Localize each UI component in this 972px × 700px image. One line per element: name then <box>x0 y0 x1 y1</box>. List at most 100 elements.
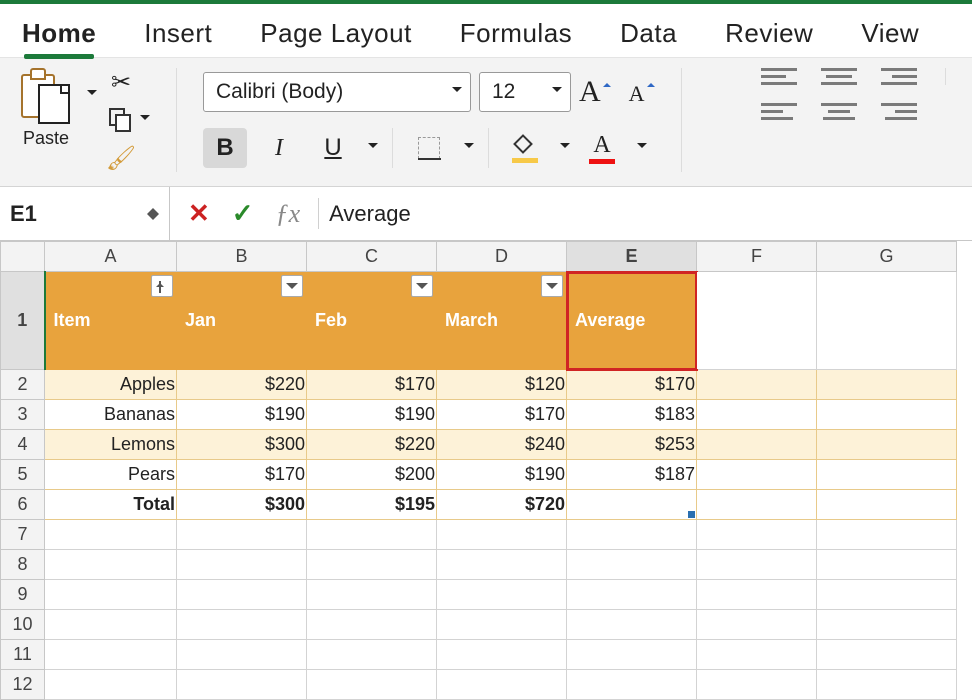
cell-B3[interactable]: $190 <box>177 400 307 430</box>
cell-C1[interactable]: Feb <box>307 272 437 370</box>
col-header-B[interactable]: B <box>177 242 307 272</box>
cell-A6[interactable]: Total <box>45 490 177 520</box>
col-header-E[interactable]: E <box>567 242 697 272</box>
cell-C7[interactable] <box>307 520 437 550</box>
cell-G7[interactable] <box>817 520 957 550</box>
cell-B10[interactable] <box>177 610 307 640</box>
align-right-button[interactable] <box>881 103 917 120</box>
name-box-spinner[interactable] <box>147 202 159 226</box>
cell-D5[interactable]: $190 <box>437 460 567 490</box>
cell-C6[interactable]: $195 <box>307 490 437 520</box>
cell-F1[interactable] <box>697 272 817 370</box>
cell-G2[interactable] <box>817 370 957 400</box>
row-header-8[interactable]: 8 <box>1 550 45 580</box>
row-header-11[interactable]: 11 <box>1 640 45 670</box>
cell-G1[interactable] <box>817 272 957 370</box>
tab-view[interactable]: View <box>861 18 919 57</box>
cell-B1[interactable]: Jan <box>177 272 307 370</box>
paste-dropdown[interactable] <box>87 90 97 100</box>
align-middle-button[interactable] <box>821 68 857 85</box>
formula-input[interactable]: Average <box>319 201 411 227</box>
row-header-3[interactable]: 3 <box>1 400 45 430</box>
cell-E12[interactable] <box>567 670 697 700</box>
cell-A8[interactable] <box>45 550 177 580</box>
align-bottom-button[interactable] <box>881 68 917 85</box>
cell-E1[interactable]: Average <box>567 272 697 370</box>
cell-A11[interactable] <box>45 640 177 670</box>
cell-A5[interactable]: Pears <box>45 460 177 490</box>
cell-D7[interactable] <box>437 520 567 550</box>
cell-G12[interactable] <box>817 670 957 700</box>
cell-D12[interactable] <box>437 670 567 700</box>
filter-button[interactable] <box>411 275 433 297</box>
format-painter-button[interactable]: 🖌 <box>107 144 135 172</box>
cell-F12[interactable] <box>697 670 817 700</box>
cell-F3[interactable] <box>697 400 817 430</box>
cell-D2[interactable]: $120 <box>437 370 567 400</box>
sheet-grid[interactable]: A B C D E F G 1 Item Jan Feb March Avera… <box>0 241 972 700</box>
increase-font-button[interactable]: A <box>579 75 611 109</box>
cell-D10[interactable] <box>437 610 567 640</box>
font-color-dropdown[interactable] <box>637 143 647 153</box>
cell-B2[interactable]: $220 <box>177 370 307 400</box>
cell-F11[interactable] <box>697 640 817 670</box>
cell-A1[interactable]: Item <box>45 272 177 370</box>
col-header-G[interactable]: G <box>817 242 957 272</box>
cell-C10[interactable] <box>307 610 437 640</box>
cell-D11[interactable] <box>437 640 567 670</box>
name-box[interactable]: E1 <box>0 187 170 240</box>
cell-B7[interactable] <box>177 520 307 550</box>
cell-A2[interactable]: Apples <box>45 370 177 400</box>
row-header-10[interactable]: 10 <box>1 610 45 640</box>
cell-F6[interactable] <box>697 490 817 520</box>
cell-G6[interactable] <box>817 490 957 520</box>
cell-D4[interactable]: $240 <box>437 430 567 460</box>
cell-D9[interactable] <box>437 580 567 610</box>
cell-F4[interactable] <box>697 430 817 460</box>
paste-button[interactable] <box>18 68 74 124</box>
font-name-combo[interactable]: Calibri (Body) <box>203 72 471 112</box>
cell-G4[interactable] <box>817 430 957 460</box>
cell-C11[interactable] <box>307 640 437 670</box>
cell-C8[interactable] <box>307 550 437 580</box>
cell-D1[interactable]: March <box>437 272 567 370</box>
tab-data[interactable]: Data <box>620 18 677 57</box>
cell-C9[interactable] <box>307 580 437 610</box>
col-header-A[interactable]: A <box>45 242 177 272</box>
row-header-4[interactable]: 4 <box>1 430 45 460</box>
cell-G8[interactable] <box>817 550 957 580</box>
borders-button[interactable] <box>407 128 451 168</box>
underline-button[interactable]: U <box>311 128 355 168</box>
select-all-corner[interactable] <box>1 242 45 272</box>
cell-F7[interactable] <box>697 520 817 550</box>
col-header-D[interactable]: D <box>437 242 567 272</box>
insert-function-button[interactable]: ƒx <box>276 199 301 229</box>
tab-page-layout[interactable]: Page Layout <box>260 18 412 57</box>
cell-B12[interactable] <box>177 670 307 700</box>
cell-F5[interactable] <box>697 460 817 490</box>
confirm-edit-button[interactable]: ✓ <box>232 198 254 229</box>
row-header-2[interactable]: 2 <box>1 370 45 400</box>
cell-E2[interactable]: $170 <box>567 370 697 400</box>
cell-E9[interactable] <box>567 580 697 610</box>
row-header-9[interactable]: 9 <box>1 580 45 610</box>
cell-C3[interactable]: $190 <box>307 400 437 430</box>
filter-sort-button[interactable] <box>151 275 173 297</box>
cell-E5[interactable]: $187 <box>567 460 697 490</box>
filter-button[interactable] <box>281 275 303 297</box>
font-color-button[interactable]: A <box>580 128 624 168</box>
cell-G3[interactable] <box>817 400 957 430</box>
align-center-button[interactable] <box>821 103 857 120</box>
cell-A9[interactable] <box>45 580 177 610</box>
cell-E3[interactable]: $183 <box>567 400 697 430</box>
cell-A12[interactable] <box>45 670 177 700</box>
font-size-combo[interactable]: 12 <box>479 72 571 112</box>
align-top-button[interactable] <box>761 68 797 85</box>
row-header-6[interactable]: 6 <box>1 490 45 520</box>
cell-F10[interactable] <box>697 610 817 640</box>
cell-G5[interactable] <box>817 460 957 490</box>
cell-E8[interactable] <box>567 550 697 580</box>
cell-G10[interactable] <box>817 610 957 640</box>
tab-review[interactable]: Review <box>725 18 813 57</box>
col-header-C[interactable]: C <box>307 242 437 272</box>
